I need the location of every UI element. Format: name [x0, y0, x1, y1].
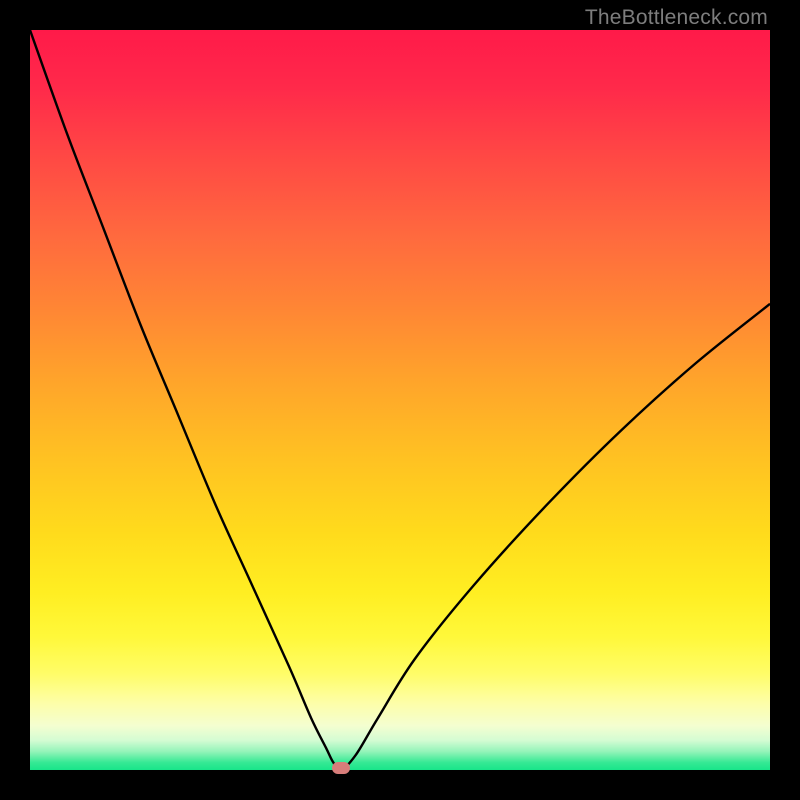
- gradient-background: [30, 30, 770, 770]
- optimal-marker: [332, 762, 350, 774]
- watermark-text: TheBottleneck.com: [585, 6, 768, 30]
- chart-area: [30, 30, 770, 770]
